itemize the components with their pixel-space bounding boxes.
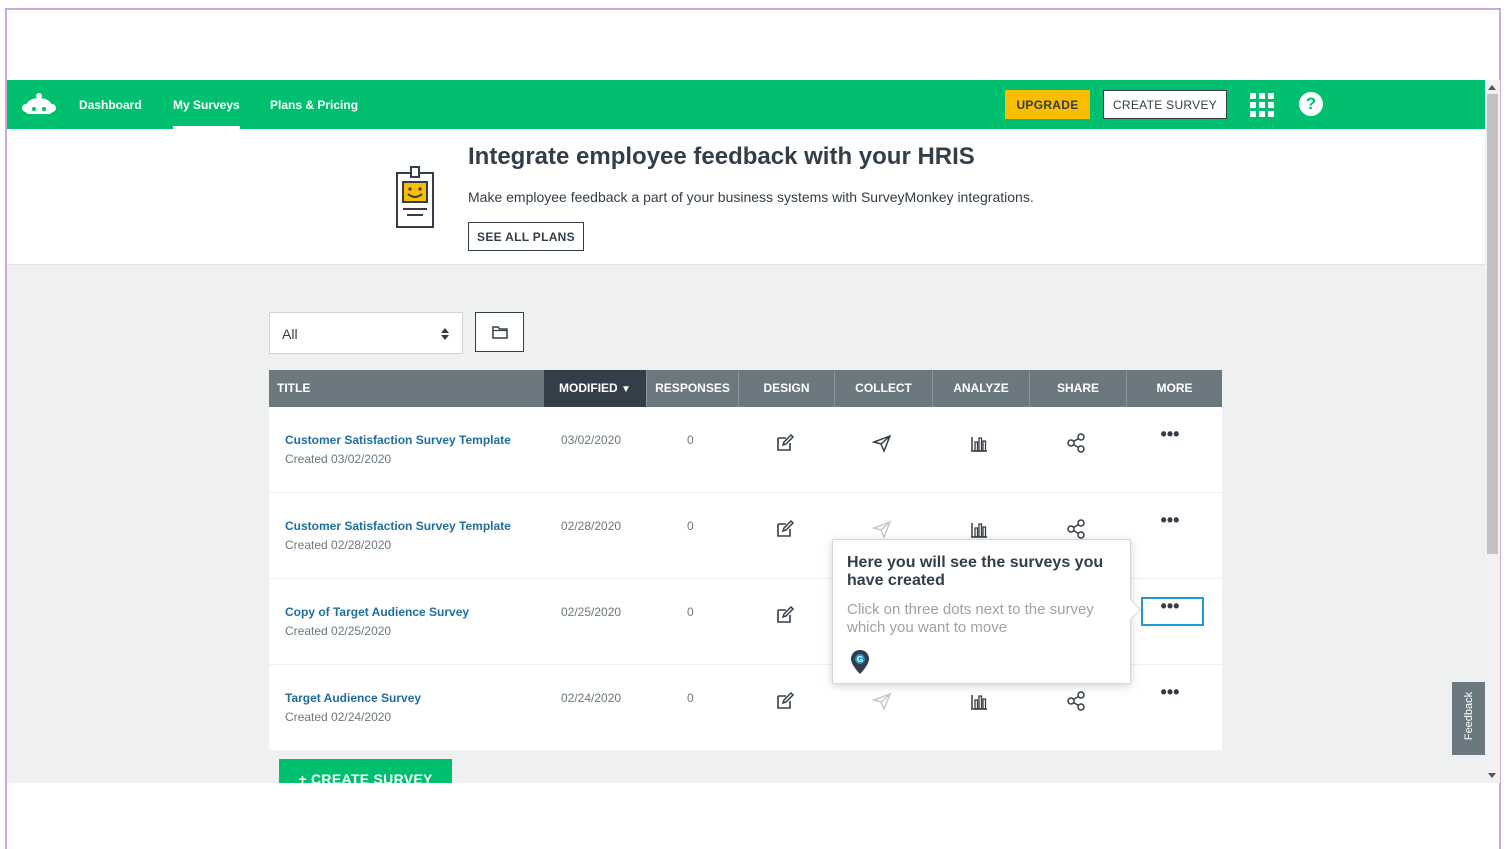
share-icon[interactable] [1066,433,1086,453]
create-survey-bottom-button[interactable]: + CREATE SURVEY [279,759,452,783]
send-icon[interactable] [872,691,892,711]
surveymonkey-logo[interactable] [21,90,57,118]
survey-created: Created 02/25/2020 [285,624,392,638]
survey-responses: 0 [687,605,694,619]
app-viewport: Dashboard My Surveys Plans & Pricing UPG… [7,80,1485,783]
col-more: MORE [1126,370,1222,407]
page-scrollbar[interactable] [1485,80,1500,783]
table-row: Customer Satisfaction Survey Template Cr… [269,407,1222,493]
bar-chart-icon[interactable] [969,433,989,453]
col-modified-label: MODIFIED [559,381,618,395]
apps-grid-icon[interactable] [1250,93,1274,117]
feedback-tab[interactable]: Feedback [1452,682,1485,755]
survey-title-link[interactable]: Customer Satisfaction Survey Template [285,433,511,447]
survey-responses: 0 [687,519,694,533]
nav-dashboard[interactable]: Dashboard [79,98,142,112]
survey-responses: 0 [687,433,694,447]
col-title[interactable]: TITLE [269,370,544,407]
sort-arrows-icon [441,328,449,340]
survey-modified: 02/24/2020 [561,691,622,705]
filter-value: All [282,326,298,342]
scroll-down-arrow[interactable] [1488,773,1496,778]
col-modified[interactable]: MODIFIED ▼ [544,370,646,407]
survey-created: Created 03/02/2020 [285,452,392,466]
survey-created: Created 02/28/2020 [285,538,392,552]
folder-icon [492,326,508,339]
more-dots-icon[interactable]: ••• [1155,425,1185,445]
pin-icon: G [851,650,869,674]
promo-text: Make employee feedback a part of your bu… [468,189,1034,205]
edit-icon[interactable] [775,605,795,625]
tooltip-text: Click on three dots next to the survey w… [847,601,1094,636]
col-share: SHARE [1029,370,1126,407]
scroll-thumb[interactable] [1487,94,1498,554]
share-icon[interactable] [1066,519,1086,539]
sort-desc-icon: ▼ [621,384,631,395]
survey-filter-select[interactable]: All [269,312,463,354]
bar-chart-icon[interactable] [969,519,989,539]
col-collect: COLLECT [834,370,932,407]
nav-my-surveys[interactable]: My Surveys [173,98,240,129]
col-responses[interactable]: RESPONSES [646,370,738,407]
share-icon[interactable] [1066,691,1086,711]
col-analyze: ANALYZE [932,370,1029,407]
send-icon[interactable] [872,519,892,539]
folder-button[interactable] [475,312,524,352]
table-header: TITLE MODIFIED ▼ RESPONSES DESIGN COLLEC… [269,370,1222,407]
scroll-up-arrow[interactable] [1488,85,1496,90]
bar-chart-icon[interactable] [969,691,989,711]
edit-icon[interactable] [775,433,795,453]
top-nav: Dashboard My Surveys Plans & Pricing UPG… [7,80,1485,129]
survey-modified: 02/28/2020 [561,519,622,533]
upgrade-button[interactable]: UPGRADE [1005,90,1090,119]
survey-modified: 02/25/2020 [561,605,622,619]
more-dots-icon[interactable]: ••• [1155,683,1185,703]
edit-icon[interactable] [775,691,795,711]
onboarding-tooltip: Here you will see the surveys you have c… [832,539,1131,684]
tooltip-title: Here you will see the surveys you have c… [847,554,1104,589]
promo-banner: Integrate employee feedback with your HR… [7,129,1485,265]
survey-created: Created 02/24/2020 [285,710,392,724]
survey-title-link[interactable]: Customer Satisfaction Survey Template [285,519,511,533]
survey-modified: 03/02/2020 [561,433,622,447]
more-dots-icon[interactable]: ••• [1155,511,1185,531]
survey-title-link[interactable]: Target Audience Survey [285,691,421,705]
feedback-label: Feedback [1463,691,1475,741]
col-design: DESIGN [738,370,834,407]
create-survey-button[interactable]: CREATE SURVEY [1103,90,1227,119]
svg-text:G: G [857,655,863,664]
help-icon[interactable]: ? [1299,92,1323,116]
see-all-plans-button[interactable]: SEE ALL PLANS [468,222,584,251]
edit-icon[interactable] [775,519,795,539]
survey-responses: 0 [687,691,694,705]
clipboard-smile-icon [396,166,434,228]
promo-title: Integrate employee feedback with your HR… [468,143,975,170]
survey-title-link[interactable]: Copy of Target Audience Survey [285,605,469,619]
more-dots-icon[interactable]: ••• [1155,597,1185,617]
send-icon[interactable] [872,433,892,453]
nav-plans-pricing[interactable]: Plans & Pricing [270,98,358,112]
